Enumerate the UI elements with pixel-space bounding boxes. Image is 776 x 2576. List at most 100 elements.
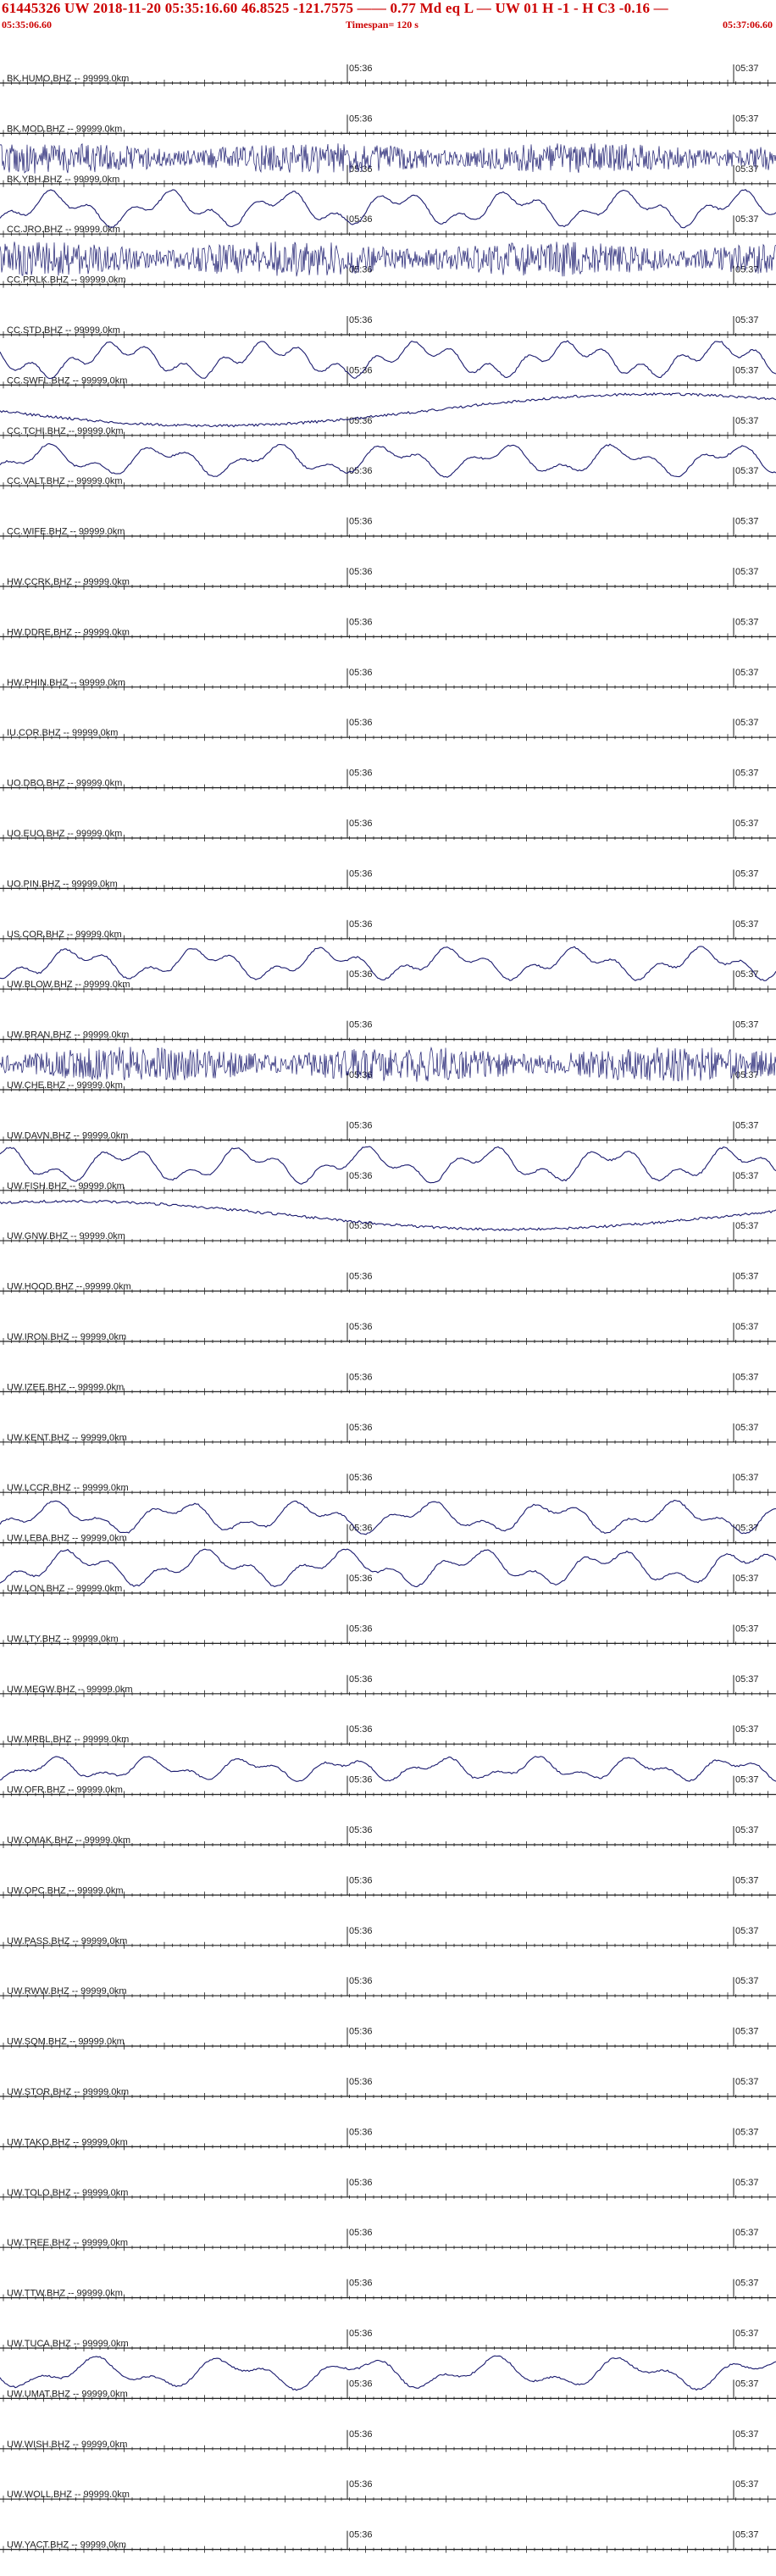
minute-tick-label: 05:36 [349, 2178, 373, 2188]
minute-tick-label: 05:37 [735, 2329, 759, 2339]
channel-label: UW.TAKO.BHZ -- 99999.0km [7, 2137, 128, 2147]
minute-tick-label: 05:37 [735, 1221, 759, 1231]
seismogram-plot: 05:36 05:37BK.HUMO.BHZ -- 99999.0km05:36 0… [0, 64, 776, 2553]
minute-tick-label: 05:36 [349, 969, 373, 980]
channel-row: 05:36 05:37 UO.DBO.BHZ -- 99999.0km [0, 769, 776, 791]
channel-label: HW.CCRK.BHZ -- 99999.0km [7, 577, 130, 587]
minute-tick-label: 05:36 [349, 2027, 373, 2037]
channel-row: 05:36 05:37 UW.IRON.BHZ -- 99999.0km [0, 1322, 776, 1345]
channel-row: 05:36 05:37CC.PRLK.BHZ -- 99999.0km [0, 242, 776, 288]
channel-label: UW.WISH.BHZ -- 99999.0km [7, 2440, 127, 2450]
channel-label: IU.COR.BHZ -- 99999.0km [7, 728, 118, 738]
channel-label: UW.OMAK.BHZ -- 99999.0km [7, 1835, 130, 1846]
minute-tick-label: 05:37 [735, 214, 759, 225]
channel-row: 05:36 05:37 UW.STOR.BHZ -- 99999.0km [0, 2077, 776, 2100]
waveform-trace [0, 189, 776, 229]
minute-tick-label: 05:36 [349, 2429, 373, 2440]
channel-row: 05:36 05:37UW.GNW.BHZ -- 99999.0km [0, 1199, 776, 1245]
minute-tick-label: 05:37 [735, 2429, 759, 2440]
waveform-trace [0, 1499, 776, 1535]
minute-tick-label: 05:37 [735, 1775, 759, 1785]
channel-label: CC.TCHI.BHZ -- 99999.0km [7, 426, 124, 436]
minute-tick-label: 05:36 [349, 1926, 373, 1936]
channel-label: UW.RWW.BHZ -- 99999.0km [7, 1986, 127, 1996]
minute-tick-label: 05:36 [349, 2228, 373, 2238]
channel-label: UW.MRBL.BHZ -- 99999.0km [7, 1735, 129, 1745]
minute-tick-label: 05:37 [735, 114, 759, 124]
waveform-trace [0, 2355, 776, 2391]
minute-tick-label: 05:36 [349, 315, 373, 325]
minute-tick-label: 05:37 [735, 416, 759, 426]
channel-label: UW.BLOW.BHZ -- 99999.0km [7, 980, 130, 990]
channel-label: UO.EUO.BHZ -- 99999.0km [7, 829, 122, 839]
channel-label: UW.TTW.BHZ -- 99999.0km [7, 2289, 123, 2299]
minute-tick-label: 05:36 [349, 819, 373, 829]
minute-tick-label: 05:37 [735, 668, 759, 678]
channel-label: CC.VALT.BHZ -- 99999.0km [7, 476, 123, 486]
channel-label: CC.STD.BHZ -- 99999.0km [7, 325, 120, 336]
minute-tick-label: 05:36 [349, 1574, 373, 1584]
channel-row: 05:36 05:37 UO.EUO.BHZ -- 99999.0km [0, 819, 776, 841]
channel-label: UW.UMAT.BHZ -- 99999.0km [7, 2389, 128, 2399]
minute-tick-label: 05:37 [735, 315, 759, 325]
channel-label: BK.MOD.BHZ -- 99999.0km [7, 124, 122, 134]
minute-tick-label: 05:37 [735, 1674, 759, 1685]
minute-tick-label: 05:36 [349, 1423, 373, 1433]
minute-tick-label: 05:37 [735, 1020, 759, 1030]
minute-tick-label: 05:37 [735, 2228, 759, 2238]
channel-row: 05:36 05:37 UW.PASS.BHZ -- 99999.0km [0, 1926, 776, 1949]
minute-tick-label: 05:36 [349, 869, 373, 879]
channel-row: 05:36 05:37 UW.MRBL.BHZ -- 99999.0km [0, 1724, 776, 1748]
minute-tick-label: 05:36 [349, 2379, 373, 2389]
channel-row: 05:36 05:37 UW.LTY.BHZ -- 99999.0km [0, 1624, 776, 1647]
channel-label: UW.TOLO.BHZ -- 99999.0km [7, 2188, 128, 2198]
minute-tick-label: 05:37 [735, 2279, 759, 2289]
minute-tick-label: 05:36 [349, 2329, 373, 2339]
channel-row: 05:36 05:37BK.YBH.BHZ -- 99999.0km [0, 143, 776, 187]
channel-row: 05:36 05:37 UW.WISH.BHZ -- 99999.0km [0, 2429, 776, 2452]
channel-label: UO.PIN.BHZ -- 99999.0km [7, 879, 118, 889]
channel-row: 05:36 05:37 IU.COR.BHZ -- 99999.0km [0, 718, 776, 741]
minute-tick-label: 05:36 [349, 1020, 373, 1030]
channel-row: 05:36 05:37 UW.TOLO.BHZ -- 99999.0km [0, 2178, 776, 2201]
minute-tick-label: 05:37 [735, 1171, 759, 1181]
minute-tick-label: 05:37 [735, 1624, 759, 1634]
channel-label: CC.PRLK.BHZ -- 99999.0km [7, 275, 126, 286]
waveform-trace [0, 143, 776, 174]
minute-tick-label: 05:37 [735, 2178, 759, 2188]
minute-tick-label: 05:36 [349, 517, 373, 527]
channel-label: BK.HUMO.BHZ -- 99999.0km [7, 74, 129, 84]
channel-row: 05:36 05:37 US.COR.BHZ -- 99999.0km [0, 919, 776, 942]
channel-row: 05:36 05:37UW.WOLL.BHZ -- 99999.0km [0, 2479, 776, 2503]
minute-tick-label: 05:37 [735, 517, 759, 527]
minute-tick-label: 05:37 [735, 365, 759, 375]
channel-label: HW.DDRE.BHZ -- 99999.0km [7, 627, 130, 637]
waveform-trace [0, 946, 776, 981]
minute-tick-label: 05:36 [349, 2127, 373, 2137]
minute-tick-label: 05:37 [735, 869, 759, 879]
channel-label: CC.JRO.BHZ -- 99999.0km [7, 225, 120, 235]
channel-row: 05:36 05:37CC.TCHI.BHZ -- 99999.0km [0, 391, 776, 439]
channel-row: 05:36 05:37 UW.RWW.BHZ -- 99999.0km [0, 1976, 776, 2000]
channel-row: 05:36 05:37 UW.KENT.BHZ -- 99999.0km [0, 1423, 776, 1446]
minute-tick-label: 05:36 [349, 718, 373, 728]
channel-row: 05:36 05:37 HW.DDRE.BHZ -- 99999.0km [0, 617, 776, 641]
minute-tick-label: 05:37 [735, 2027, 759, 2037]
channel-row: 05:36 05:37 UW.DAVN.BHZ -- 99999.0km [0, 1120, 776, 1144]
minute-tick-label: 05:37 [735, 567, 759, 577]
channel-label: UW.OPC.BHZ -- 99999.0km [7, 1885, 124, 1896]
minute-tick-label: 05:37 [735, 1120, 759, 1130]
minute-tick-label: 05:37 [735, 1372, 759, 1382]
minute-tick-label: 05:37 [735, 1724, 759, 1735]
channel-row: 05:36 05:37 BK.MOD.BHZ -- 99999.0km [0, 114, 776, 137]
waveform-trace [0, 242, 776, 277]
minute-tick-label: 05:37 [735, 1976, 759, 1986]
channel-row: 05:36 05:37 UW.OPC.BHZ -- 99999.0km [0, 1875, 776, 1899]
channel-row: 05:36 05:37UW.BLOW.BHZ -- 99999.0km [0, 946, 776, 993]
minute-tick-label: 05:37 [735, 1423, 759, 1433]
minute-tick-label: 05:36 [349, 1674, 373, 1685]
minute-tick-label: 05:37 [735, 1875, 759, 1885]
minute-tick-label: 05:36 [349, 114, 373, 124]
channel-row: 05:36 05:37 HW.CCRK.BHZ -- 99999.0km [0, 567, 776, 590]
minute-tick-label: 05:36 [349, 1624, 373, 1634]
